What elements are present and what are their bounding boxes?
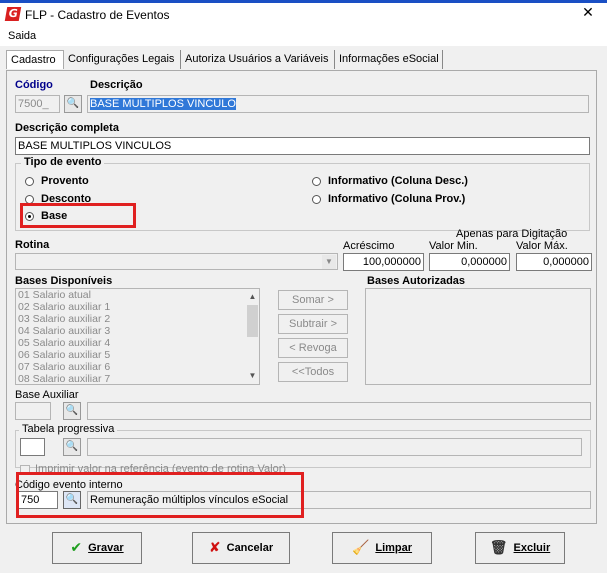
list-item[interactable]: 08 Salario auxiliar 7: [16, 373, 259, 384]
descricao-selected-text: BASE MULTIPLOS VINCULO: [90, 98, 236, 110]
app-window: G FLP - Cadastro de Eventos ✕ Saida Cada…: [0, 0, 607, 573]
tabela-progressiva-code-field[interactable]: [20, 438, 45, 456]
informativo-desc-label: Informativo (Coluna Desc.): [328, 175, 468, 187]
base-auxiliar-code-field[interactable]: [15, 402, 51, 420]
title-bar: G FLP - Cadastro de Eventos ✕: [0, 0, 607, 27]
tabela-progressiva-lookup-icon[interactable]: 🔍: [63, 438, 81, 456]
valor-max-field[interactable]: 0,000000: [516, 253, 592, 271]
action-bar: ✔ Gravar ✘ Cancelar 🧹 Limpar 🗑 Excluir: [6, 526, 597, 570]
chevron-down-icon[interactable]: ▼: [322, 255, 336, 269]
tab-configuracoes-legais[interactable]: Configurações Legais: [64, 50, 181, 69]
rotina-select[interactable]: ▼: [15, 253, 338, 270]
limpar-button[interactable]: 🧹 Limpar: [332, 532, 432, 564]
list-item[interactable]: 06 Salario auxiliar 5: [16, 349, 259, 361]
list-item[interactable]: 01 Salario atual: [16, 289, 259, 301]
tabela-progressiva-label: Tabela progressiva: [19, 423, 118, 435]
provento-label: Provento: [41, 175, 89, 187]
valor-max-label: Valor Máx.: [516, 240, 568, 252]
trash-icon: 🗑: [489, 540, 508, 556]
tab-informacoes-esocial[interactable]: Informações eSocial: [335, 50, 443, 69]
list-item[interactable]: 03 Salario auxiliar 2: [16, 313, 259, 325]
menu-bar: Saida: [0, 26, 607, 46]
tab-autoriza-usuarios[interactable]: Autoriza Usuários a Variáveis: [181, 50, 335, 69]
excluir-label: Excluir: [513, 542, 551, 554]
descricao-completa-field[interactable]: BASE MULTIPLOS VINCULOS: [15, 137, 590, 155]
tipo-evento-label: Tipo de evento: [21, 156, 105, 168]
menu-saida[interactable]: Saida: [8, 30, 36, 42]
revoga-button[interactable]: < Revoga: [278, 338, 348, 358]
gravar-button[interactable]: ✔ Gravar: [52, 532, 142, 564]
base-auxiliar-desc-field[interactable]: [87, 402, 591, 420]
cadastro-panel: Código Descrição 7500_ 🔍 BASE MULTIPLOS …: [6, 70, 597, 524]
broom-icon: 🧹: [351, 540, 370, 556]
cancel-x-icon: ✘: [208, 540, 221, 556]
valor-min-field[interactable]: 0,000000: [429, 253, 510, 271]
acrescimo-field[interactable]: 100,000000: [343, 253, 424, 271]
informativo-prov-label: Informativo (Coluna Prov.): [328, 193, 466, 205]
list-scrollbar[interactable]: ▲ ▼: [246, 289, 259, 384]
descricao-label: Descrição: [90, 79, 143, 91]
somar-button[interactable]: Somar >: [278, 290, 348, 310]
descricao-completa-label: Descrição completa: [15, 122, 119, 134]
scroll-thumb[interactable]: [247, 305, 258, 337]
checkmark-icon: ✔: [70, 540, 83, 556]
codigo-interno-highlight-box: [16, 472, 304, 518]
base-highlight-box: [20, 203, 136, 228]
bases-autorizadas-label: Bases Autorizadas: [367, 275, 466, 287]
limpar-label: Limpar: [375, 542, 413, 554]
title-accent-line: [0, 0, 607, 3]
rotina-label: Rotina: [15, 239, 50, 251]
list-item[interactable]: 05 Salario auxiliar 4: [16, 337, 259, 349]
cancelar-button[interactable]: ✘ Cancelar: [192, 532, 290, 564]
window-title: FLP - Cadastro de Eventos: [25, 8, 170, 22]
radio-provento[interactable]: [25, 177, 34, 186]
tabela-progressiva-desc-field[interactable]: [87, 438, 582, 456]
base-auxiliar-label: Base Auxiliar: [15, 389, 79, 401]
list-item[interactable]: 07 Salario auxiliar 6: [16, 361, 259, 373]
excluir-button[interactable]: 🗑 Excluir: [475, 532, 565, 564]
todos-button[interactable]: <<Todos: [278, 362, 348, 382]
codigo-lookup-icon[interactable]: 🔍: [64, 95, 82, 113]
radio-informativo-desc[interactable]: [312, 177, 321, 186]
gravar-label: Gravar: [88, 542, 124, 554]
codigo-label: Código: [15, 79, 53, 91]
bases-disponiveis-list[interactable]: 01 Salario atual 02 Salario auxiliar 1 0…: [15, 288, 260, 385]
app-logo-icon: G: [4, 7, 22, 21]
tab-cadastro[interactable]: Cadastro: [6, 50, 64, 69]
base-auxiliar-lookup-icon[interactable]: 🔍: [63, 402, 81, 420]
apenas-digitacao-label: Apenas para Digitação: [456, 228, 568, 240]
codigo-field[interactable]: 7500_: [15, 95, 60, 113]
close-icon[interactable]: ✕: [579, 4, 597, 22]
bases-autorizadas-list[interactable]: [365, 288, 591, 385]
subtrair-button[interactable]: Subtrair >: [278, 314, 348, 334]
radio-informativo-prov[interactable]: [312, 195, 321, 204]
descricao-field[interactable]: BASE MULTIPLOS VINCULO: [87, 95, 589, 113]
valor-min-label: Valor Min.: [429, 240, 478, 252]
acrescimo-label: Acréscimo: [343, 240, 395, 252]
bases-disponiveis-label: Bases Disponíveis: [15, 275, 113, 287]
list-item[interactable]: 04 Salario auxiliar 3: [16, 325, 259, 337]
scroll-down-icon[interactable]: ▼: [246, 370, 259, 382]
cancelar-label: Cancelar: [226, 542, 274, 554]
list-item[interactable]: 02 Salario auxiliar 1: [16, 301, 259, 313]
scroll-up-icon[interactable]: ▲: [246, 291, 259, 303]
